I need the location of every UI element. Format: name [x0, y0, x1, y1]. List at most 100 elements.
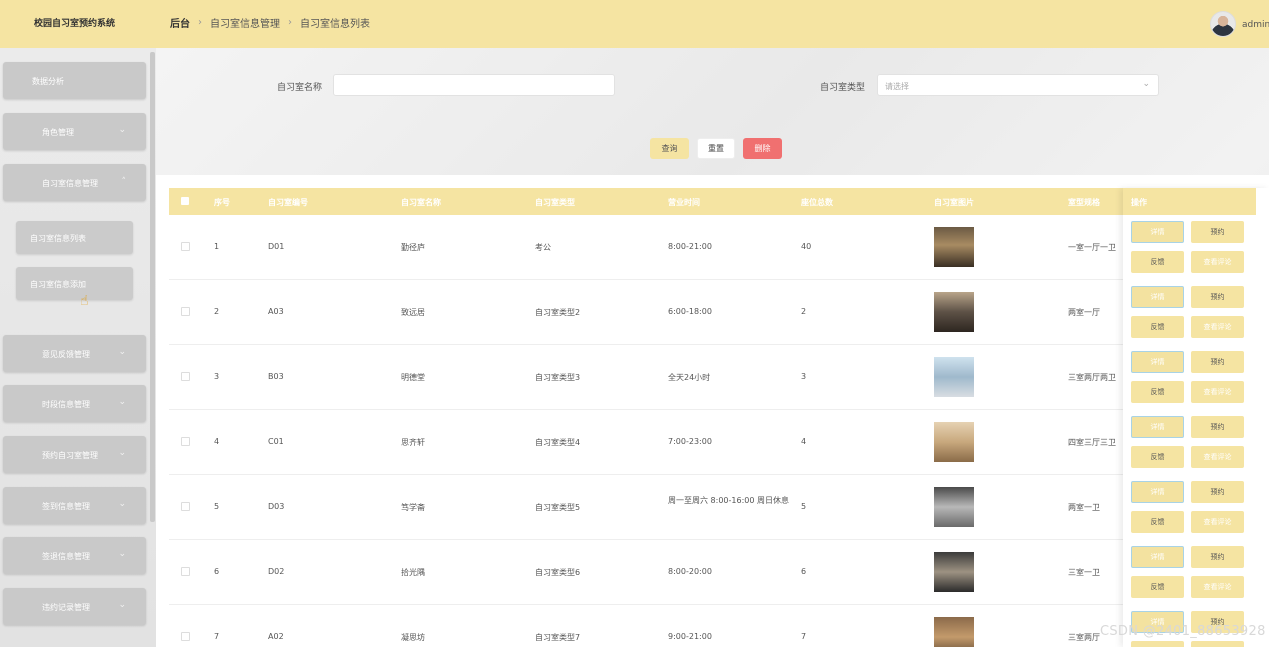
row-checkbox[interactable] — [181, 437, 190, 446]
header-image: 自习室图片 — [934, 198, 974, 207]
detail-button[interactable]: 详情 — [1131, 286, 1184, 308]
cell-hours: 全天24小时 — [668, 373, 711, 382]
feedback-button[interactable]: 反馈 — [1131, 576, 1184, 598]
cell-index: 4 — [214, 437, 220, 446]
cell-name: 明德堂 — [401, 373, 425, 382]
cell-type: 自习室类型2 — [535, 308, 581, 317]
cell-seats: 7 — [801, 632, 807, 641]
detail-button[interactable]: 详情 — [1131, 221, 1184, 243]
cell-index: 7 — [214, 632, 220, 641]
detail-button[interactable]: 详情 — [1131, 416, 1184, 438]
cell-code: A03 — [268, 307, 284, 316]
cell-type: 自习室类型7 — [535, 633, 581, 642]
cell-type: 自习室类型4 — [535, 438, 581, 447]
cell-name: 思齐轩 — [401, 438, 425, 447]
view-reviews-button[interactable]: 查看评论 — [1191, 251, 1244, 273]
view-reviews-button[interactable]: 查看评论 — [1191, 576, 1244, 598]
room-image[interactable] — [934, 552, 974, 592]
cell-spec: 两室一厅 — [1068, 308, 1100, 317]
cell-spec: 三室一卫 — [1068, 568, 1100, 577]
view-reviews-button[interactable]: 查看评论 — [1191, 511, 1244, 533]
book-button[interactable]: 预约 — [1191, 416, 1244, 438]
sidebar-item-room-info-management[interactable]: 自习室信息管理 ˄ — [3, 164, 146, 201]
cell-name: 勤径庐 — [401, 243, 425, 252]
detail-button[interactable]: 详情 — [1131, 481, 1184, 503]
feedback-button[interactable]: 反馈 — [1131, 381, 1184, 403]
feedback-button[interactable]: 反馈 — [1131, 511, 1184, 533]
view-reviews-button[interactable]: 查看评论 — [1191, 381, 1244, 403]
sidebar-item-feedback-management[interactable]: 意见反馈管理 ⌄ — [3, 335, 146, 372]
header-seats: 座位总数 — [801, 198, 833, 207]
feedback-button[interactable]: 反馈 — [1131, 641, 1184, 647]
room-type-label: 自习室类型 — [820, 83, 866, 93]
sidebar-item-checkout-management[interactable]: 签退信息管理 ⌄ — [3, 537, 146, 574]
room-image[interactable] — [934, 487, 974, 527]
cell-type: 考公 — [535, 243, 551, 252]
delete-button[interactable]: 删除 — [743, 138, 782, 159]
row-checkbox[interactable] — [181, 372, 190, 381]
book-button[interactable]: 预约 — [1191, 351, 1244, 373]
sidebar-item-checkin-management[interactable]: 签到信息管理 ⌄ — [3, 487, 146, 524]
room-type-select[interactable]: 请选择 ⌄ — [877, 74, 1159, 96]
row-checkbox[interactable] — [181, 632, 190, 641]
book-button[interactable]: 预约 — [1191, 481, 1244, 503]
cell-hours: 8:00-20:00 — [668, 567, 712, 576]
sidebar-item-timeslot-management[interactable]: 时段信息管理 ⌄ — [3, 385, 146, 422]
feedback-button[interactable]: 反馈 — [1131, 251, 1184, 273]
table-row — [169, 605, 1123, 647]
row-checkbox[interactable] — [181, 242, 190, 251]
reset-button[interactable]: 重置 — [697, 138, 735, 159]
view-reviews-button[interactable]: 查看评论 — [1191, 446, 1244, 468]
sidebar-subitem-room-add[interactable]: 自习室信息添加 — [16, 267, 133, 300]
sidebar-subitem-room-list[interactable]: 自习室信息列表 — [16, 221, 133, 254]
query-button[interactable]: 查询 — [650, 138, 689, 159]
cell-hours: 周一至周六 8:00-16:00 周日休息 — [668, 496, 789, 505]
sidebar-item-data-analysis[interactable]: 数据分析 — [3, 62, 146, 99]
view-reviews-button[interactable]: 查看评论 — [1191, 316, 1244, 338]
sidebar-item-booking-management[interactable]: 预约自习室管理 ⌄ — [3, 436, 146, 473]
sidebar-item-role-management[interactable]: 角色管理 ⌄ — [3, 113, 146, 150]
book-button[interactable]: 预约 — [1191, 221, 1244, 243]
feedback-button[interactable]: 反馈 — [1131, 446, 1184, 468]
chevron-down-icon: ⌄ — [118, 499, 126, 509]
header-hours: 营业时间 — [668, 198, 700, 207]
room-image[interactable] — [934, 617, 974, 647]
cell-seats: 4 — [801, 437, 807, 446]
breadcrumb-home[interactable]: 后台 — [170, 15, 190, 30]
hand-cursor-icon: ☝ — [80, 293, 89, 309]
row-checkbox[interactable] — [181, 307, 190, 316]
detail-button[interactable]: 详情 — [1131, 351, 1184, 373]
header-actions: 操作 — [1131, 198, 1147, 207]
header-type: 自习室类型 — [535, 198, 575, 207]
row-checkbox[interactable] — [181, 567, 190, 576]
cell-code: C01 — [268, 437, 284, 446]
app-title: 校园自习室预约系统 — [34, 19, 116, 29]
cell-seats: 5 — [801, 502, 807, 511]
cell-code: D02 — [268, 567, 285, 576]
avatar[interactable] — [1210, 11, 1236, 37]
table-row — [169, 540, 1123, 605]
sidebar-scrollbar[interactable] — [150, 52, 155, 522]
chevron-right-icon: › — [288, 17, 292, 28]
book-button[interactable]: 预约 — [1191, 286, 1244, 308]
select-all-checkbox[interactable] — [181, 197, 189, 205]
chevron-right-icon: › — [198, 17, 202, 28]
room-image[interactable] — [934, 357, 974, 397]
cell-index: 2 — [214, 307, 220, 316]
breadcrumb-section[interactable]: 自习室信息管理 — [210, 15, 280, 30]
room-image[interactable] — [934, 292, 974, 332]
book-button[interactable]: 预约 — [1191, 546, 1244, 568]
room-image[interactable] — [934, 227, 974, 267]
feedback-button[interactable]: 反馈 — [1131, 316, 1184, 338]
detail-button[interactable]: 详情 — [1131, 546, 1184, 568]
sidebar-item-violation-management[interactable]: 违约记录管理 ⌄ — [3, 588, 146, 625]
room-name-input[interactable] — [333, 74, 615, 96]
cell-name: 拾光隅 — [401, 568, 425, 577]
row-checkbox[interactable] — [181, 502, 190, 511]
chevron-down-icon: ⌄ — [118, 448, 126, 458]
room-image[interactable] — [934, 422, 974, 462]
sidebar-item-label: 自习室信息管理 — [42, 179, 98, 188]
chevron-up-icon: ˄ — [121, 177, 127, 187]
user-name[interactable]: admin — [1242, 20, 1269, 30]
view-reviews-button[interactable]: 查看评论 — [1191, 641, 1244, 647]
